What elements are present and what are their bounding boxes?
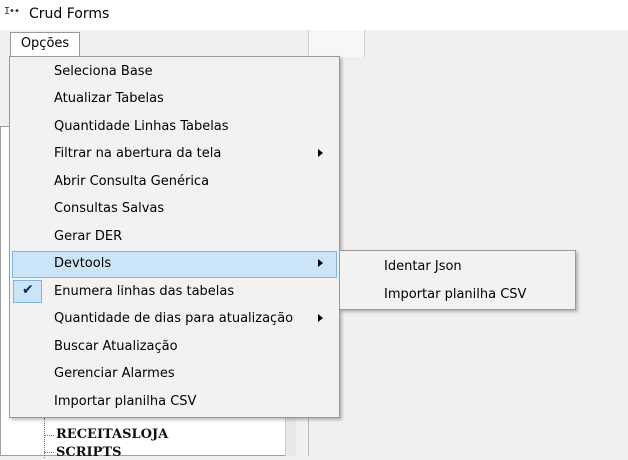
menu-item-label: Filtrar na abertura da tela bbox=[54, 146, 222, 161]
menu-item-consultas-salvas[interactable]: Consultas Salvas bbox=[12, 196, 337, 223]
tree-node-receitasloja[interactable]: RECEITASLOJA bbox=[56, 427, 168, 442]
menu-item-label: Abrir Consulta Genérica bbox=[54, 174, 210, 189]
submenu-arrow-icon bbox=[318, 259, 323, 267]
menu-item-atualizar-tabelas[interactable]: Atualizar Tabelas bbox=[12, 86, 337, 113]
menu-item-label: Enumera linhas das tabelas bbox=[54, 284, 235, 299]
menu-item-label: Gerenciar Alarmes bbox=[54, 366, 175, 381]
menu-item-identar-json[interactable]: Identar Json bbox=[342, 253, 573, 280]
devtools-submenu: Identar Json Importar planilha CSV bbox=[339, 250, 576, 310]
menu-item-quantidade-linhas[interactable]: Quantidade Linhas Tabelas bbox=[12, 114, 337, 141]
menu-item-label: Buscar Atualização bbox=[54, 339, 178, 354]
title-bar: I•• Crud Forms bbox=[0, 0, 628, 30]
submenu-arrow-icon bbox=[318, 149, 323, 157]
menu-item-label: Devtools bbox=[54, 256, 112, 271]
window-title: Crud Forms bbox=[29, 6, 110, 22]
checkmark-box: ✔ bbox=[13, 280, 42, 303]
opcoes-dropdown: Seleciona Base Atualizar Tabelas Quantid… bbox=[9, 56, 340, 418]
menu-item-label: Atualizar Tabelas bbox=[54, 91, 164, 106]
menu-item-importar-csv[interactable]: Importar planilha CSV bbox=[12, 389, 337, 416]
menu-item-filtrar-abertura[interactable]: Filtrar na abertura da tela bbox=[12, 141, 337, 168]
menu-item-importar-planilha-csv[interactable]: Importar planilha CSV bbox=[342, 281, 573, 308]
menu-item-label: Gerar DER bbox=[54, 229, 123, 244]
menu-opcoes[interactable]: Opções bbox=[10, 32, 80, 56]
tree-node-scripts[interactable]: SCRIPTS bbox=[56, 445, 121, 460]
app-icon: I•• bbox=[4, 6, 20, 17]
submenu-arrow-icon bbox=[318, 314, 323, 322]
menu-item-label: Identar Json bbox=[384, 259, 462, 274]
menu-item-enumera-linhas[interactable]: ✔ Enumera linhas das tabelas bbox=[12, 279, 337, 306]
tree-connector bbox=[44, 452, 54, 453]
tree-connector bbox=[44, 435, 54, 436]
menu-item-devtools[interactable]: Devtools bbox=[12, 251, 337, 278]
menu-item-label: Quantidade de dias para atualização bbox=[54, 311, 294, 326]
menu-item-gerenciar-alarmes[interactable]: Gerenciar Alarmes bbox=[12, 361, 337, 388]
menu-item-label: Consultas Salvas bbox=[54, 201, 165, 216]
checkmark-icon: ✔ bbox=[22, 282, 34, 298]
menu-item-label: Importar planilha CSV bbox=[384, 287, 527, 302]
menu-item-label: Seleciona Base bbox=[54, 64, 153, 79]
menu-item-buscar-atualizacao[interactable]: Buscar Atualização bbox=[12, 334, 337, 361]
menu-item-seleciona-base[interactable]: Seleciona Base bbox=[12, 59, 337, 86]
menu-item-label: Quantidade Linhas Tabelas bbox=[54, 119, 229, 134]
menu-item-label: Importar planilha CSV bbox=[54, 394, 197, 409]
menu-item-quantidade-dias[interactable]: Quantidade de dias para atualização bbox=[12, 306, 337, 333]
menu-item-gerar-der[interactable]: Gerar DER bbox=[12, 224, 337, 251]
tab-stub[interactable] bbox=[308, 30, 365, 57]
menu-item-consulta-generica[interactable]: Abrir Consulta Genérica bbox=[12, 169, 337, 196]
